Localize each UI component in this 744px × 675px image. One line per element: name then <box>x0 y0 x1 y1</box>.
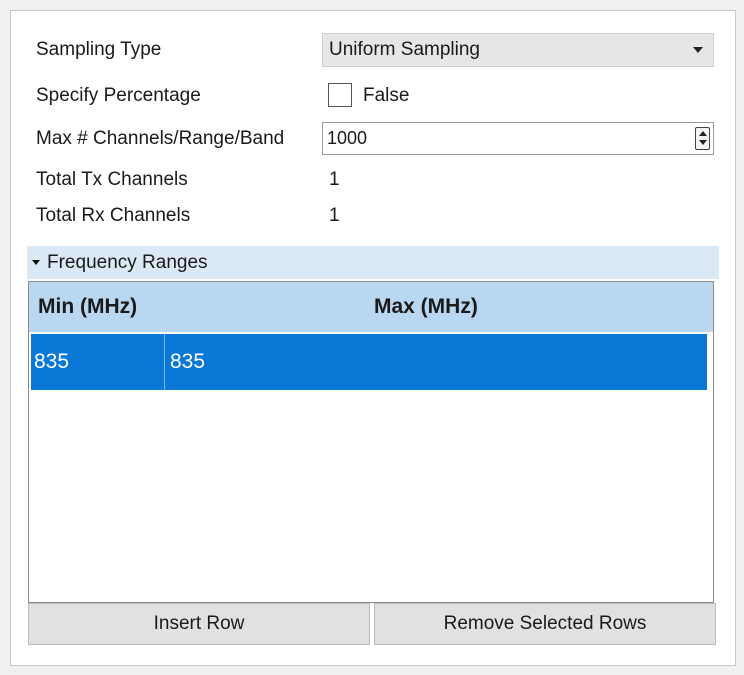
specify-percentage-value: False <box>363 85 410 106</box>
sampling-type-dropdown[interactable]: Uniform Sampling <box>322 33 714 67</box>
frequency-ranges-header[interactable]: Frequency Ranges <box>27 246 719 279</box>
insert-row-label: Insert Row <box>153 613 245 634</box>
specify-percentage-checkbox[interactable] <box>328 83 352 107</box>
spin-up-icon[interactable] <box>699 131 707 136</box>
remove-selected-rows-label: Remove Selected Rows <box>443 613 647 634</box>
specify-percentage-label: Specify Percentage <box>36 85 201 106</box>
insert-row-button[interactable]: Insert Row <box>28 603 370 645</box>
triangle-down-icon <box>32 260 40 265</box>
table-header: Min (MHz) Max (MHz) <box>29 282 713 332</box>
chevron-down-icon <box>693 47 703 53</box>
max-channels-spinbox[interactable]: 1000 <box>322 122 714 155</box>
total-rx-value: 1 <box>329 205 340 226</box>
column-header-min[interactable]: Min (MHz) <box>38 282 137 332</box>
cell-max[interactable]: 835 <box>170 334 205 390</box>
max-channels-label: Max # Channels/Range/Band <box>36 128 285 149</box>
spinner-icon[interactable] <box>695 127 710 150</box>
frequency-ranges-title: Frequency Ranges <box>47 252 208 273</box>
sampling-type-label: Sampling Type <box>36 39 162 60</box>
max-channels-value: 1000 <box>327 128 368 148</box>
spin-down-icon[interactable] <box>699 140 707 145</box>
properties-panel: Sampling Type Uniform Sampling Specify P… <box>10 10 736 666</box>
total-rx-label: Total Rx Channels <box>36 205 191 226</box>
column-header-max[interactable]: Max (MHz) <box>374 282 478 332</box>
table-row[interactable]: 835 835 <box>31 334 707 390</box>
sampling-type-value: Uniform Sampling <box>329 39 480 60</box>
total-tx-value: 1 <box>329 169 340 190</box>
cell-min[interactable]: 835 <box>34 334 69 390</box>
column-divider <box>164 334 165 390</box>
remove-selected-rows-button[interactable]: Remove Selected Rows <box>374 603 716 645</box>
total-tx-label: Total Tx Channels <box>36 169 188 190</box>
frequency-ranges-table: Min (MHz) Max (MHz) 835 835 <box>28 281 714 603</box>
